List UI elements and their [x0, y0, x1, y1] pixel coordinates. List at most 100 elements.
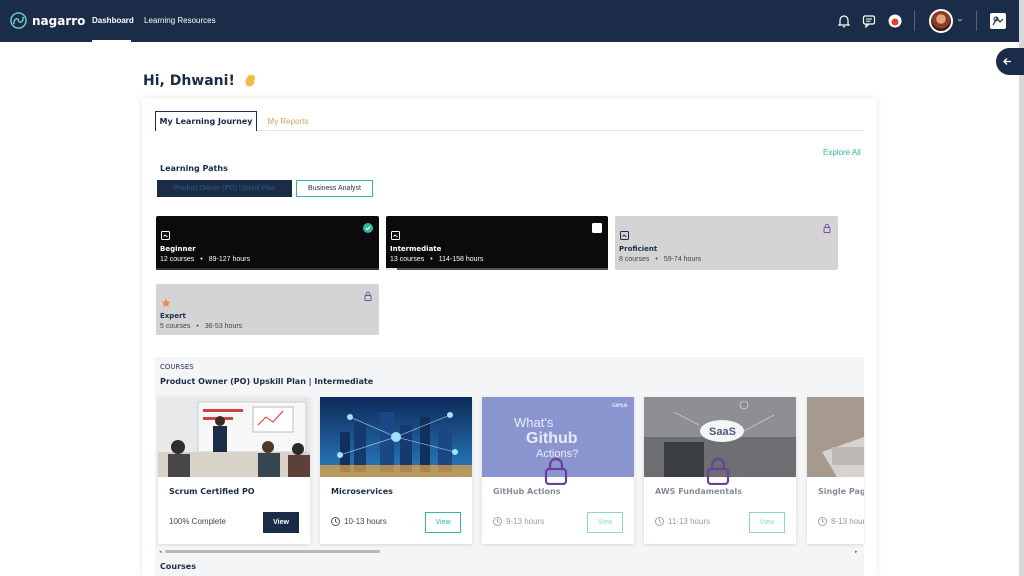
- level-card-beginner[interactable]: Beginner 12 courses • 89-127 hours: [156, 216, 379, 270]
- course-card-github-actions[interactable]: What's Github Actions? GitHub GitHub Act…: [482, 397, 634, 544]
- bell-icon[interactable]: [837, 14, 851, 28]
- clock-icon: [818, 517, 827, 526]
- level-hours: 114-158 hours: [438, 256, 484, 263]
- scroll-left-arrow[interactable]: ◂: [159, 549, 162, 555]
- nagarro-logo-icon: [10, 12, 27, 29]
- level-course-count: 13 courses: [390, 256, 425, 263]
- course-card-microservices[interactable]: Microservices 10-13 hours View: [320, 397, 472, 544]
- course-duration-text: 11-13 hours: [668, 517, 711, 526]
- course-card-single-page[interactable]: Single Page 8-13 hours: [807, 397, 864, 544]
- nav-active-indicator: [92, 40, 131, 42]
- course-duration: 9-13 hours: [493, 517, 544, 526]
- greeting-text: Hi, Dhwani!: [143, 73, 235, 89]
- profile-status-icon[interactable]: [888, 14, 902, 28]
- arrow-left-icon: [1003, 58, 1011, 65]
- level-name: Intermediate: [390, 245, 442, 253]
- courses-caption: COURSES: [160, 363, 194, 371]
- level-progress-bar: [386, 268, 608, 270]
- page-scrollbar[interactable]: [1019, 0, 1024, 576]
- course-card-aws-fundamentals[interactable]: SaaS AWS Fundamentals 11-13 hours View: [644, 397, 796, 544]
- level-hours: 89-127 hours: [208, 256, 250, 263]
- level-course-count: 12 courses: [160, 256, 195, 263]
- nav-learning-resources[interactable]: Learning Resources: [144, 16, 216, 25]
- explore-all-link[interactable]: Explore All: [823, 148, 861, 157]
- view-course-button[interactable]: View: [425, 512, 461, 533]
- level-course-count: 5 courses: [160, 323, 191, 330]
- course-title: AWS Fundamentals: [655, 487, 742, 496]
- user-avatar[interactable]: [929, 9, 953, 33]
- chevron-down-icon[interactable]: [957, 17, 963, 23]
- level-hours: 59-74 hours: [663, 256, 702, 263]
- nav-dashboard[interactable]: Dashboard: [92, 16, 134, 25]
- thumb-text: GitHub: [612, 403, 628, 409]
- learning-paths-label: Learning Paths: [160, 164, 228, 173]
- course-title: Scrum Certified PO: [169, 487, 255, 496]
- course-duration-text: 10-13 hours: [344, 517, 387, 526]
- level-progress-fill: [386, 268, 398, 270]
- course-title: Microservices: [331, 487, 393, 496]
- level-name: Beginner: [160, 245, 196, 253]
- level-icon: [161, 231, 170, 240]
- level-meta: 12 courses • 89-127 hours: [160, 256, 250, 263]
- course-duration: 8-13 hours: [818, 517, 864, 526]
- level-meta: 8 courses • 59-74 hours: [619, 256, 702, 263]
- lock-icon: [823, 223, 831, 233]
- level-progress-bar: [156, 268, 379, 270]
- courses-scroll-thumb[interactable]: [165, 550, 380, 553]
- course-duration: 11-13 hours: [655, 517, 710, 526]
- lock-icon: [706, 457, 730, 485]
- brand-name: nagarro: [32, 13, 86, 28]
- level-hours: 36-53 hours: [204, 323, 243, 330]
- courses-footer-heading: Courses: [160, 562, 196, 571]
- level-card-proficient[interactable]: Proficient 8 courses • 59-74 hours: [615, 216, 838, 270]
- tab-my-reports[interactable]: My Reports: [260, 111, 316, 131]
- path-business-analyst-button[interactable]: Business Analyst: [296, 180, 373, 197]
- course-thumbnail: [320, 397, 472, 477]
- brand-logo[interactable]: nagarro: [9, 12, 85, 29]
- lock-icon: [544, 457, 568, 485]
- level-meta: 13 courses • 114-158 hours: [390, 256, 484, 263]
- level-icon: [391, 231, 400, 240]
- clock-icon: [493, 517, 502, 526]
- thumb-text: What's: [514, 415, 554, 430]
- level-name: Proficient: [619, 245, 658, 253]
- view-course-button[interactable]: View: [263, 512, 299, 533]
- level-card-expert[interactable]: Expert 5 courses • 36-53 hours: [156, 284, 379, 335]
- level-course-count: 8 courses: [619, 256, 650, 263]
- course-progress-text: 100% Complete: [169, 517, 226, 526]
- course-duration: 10-13 hours: [331, 517, 387, 526]
- level-name: Expert: [160, 312, 186, 320]
- tab-my-learning-journey[interactable]: My Learning Journey: [155, 111, 257, 131]
- level-icon: [620, 231, 629, 240]
- view-course-button[interactable]: View: [749, 512, 785, 533]
- thumb-text: SaaS: [709, 426, 736, 438]
- level-card-intermediate[interactable]: Intermediate 13 courses • 114-158 hours: [386, 216, 608, 270]
- lock-icon: [364, 291, 372, 301]
- level-meta: 5 courses • 36-53 hours: [160, 323, 243, 330]
- path-product-owner-button[interactable]: Product Owner (PO) Upskill Plan: [157, 180, 292, 197]
- in-progress-badge-icon: [592, 223, 602, 233]
- thumb-text: Github: [526, 430, 578, 447]
- collapse-panel-button[interactable]: [996, 48, 1024, 75]
- nav-divider: [976, 11, 977, 31]
- scroll-right-arrow[interactable]: ▸: [855, 549, 858, 555]
- clock-icon: [655, 517, 664, 526]
- check-circle-icon: [363, 223, 373, 233]
- clock-icon: [331, 517, 340, 526]
- course-card-scrum-certified-po[interactable]: Scrum Certified PO 100% Complete View: [158, 397, 310, 544]
- view-course-button[interactable]: View: [587, 512, 623, 533]
- course-duration-text: 8-13 hours: [831, 517, 864, 526]
- course-duration-text: 9-13 hours: [506, 517, 545, 526]
- chat-icon[interactable]: [862, 14, 876, 28]
- course-thumbnail: [807, 397, 864, 477]
- course-thumbnail: [158, 397, 310, 477]
- greeting-heading: Hi, Dhwani!: [143, 73, 256, 89]
- nav-divider: [914, 11, 915, 31]
- courses-heading: Product Owner (PO) Upskill Plan | Interm…: [160, 377, 374, 386]
- apps-icon: [992, 16, 1004, 26]
- course-title: Single Page: [818, 487, 864, 496]
- app-switcher-button[interactable]: [990, 13, 1006, 29]
- course-title: GitHub Actions: [493, 487, 561, 496]
- waving-hand-icon: [245, 74, 255, 87]
- star-icon: [161, 298, 171, 308]
